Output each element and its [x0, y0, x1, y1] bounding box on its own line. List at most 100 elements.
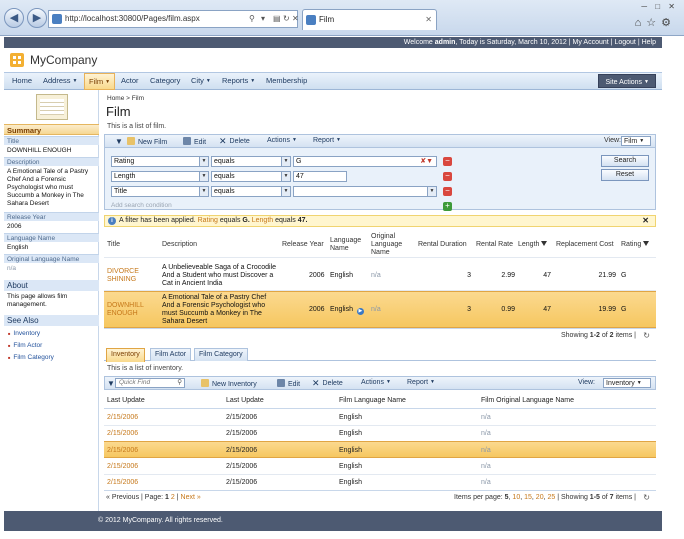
refresh-icon[interactable]: ↻ [643, 331, 650, 340]
quick-find-input[interactable]: Quick Find ⚲ [115, 378, 185, 388]
inventory-actions-button[interactable]: Actions ▼ [361, 379, 391, 386]
remove-condition-button-1[interactable]: − [443, 157, 452, 166]
page-2-link[interactable]: 2 [171, 494, 175, 501]
see-also-inventory[interactable]: Inventory [8, 330, 40, 337]
refresh-icon[interactable]: ↻ [643, 493, 650, 502]
next-page-link[interactable]: Next » [181, 494, 201, 501]
remove-condition-button-2[interactable]: − [443, 172, 452, 181]
logout-link[interactable]: Logout [614, 39, 635, 46]
actions-button[interactable]: Actions ▼ [267, 137, 297, 144]
col-release-year[interactable]: Release Year [282, 241, 324, 249]
film-row-1-title[interactable]: DIVORCE SHINING [107, 268, 157, 284]
inventory-row-selected[interactable]: 2/15/2006 2/15/2006 English n/a [104, 441, 656, 458]
inventory-delete-button[interactable]: ✕ Delete [312, 379, 343, 388]
toolbar-menu-icon[interactable]: ▼ [115, 137, 123, 146]
inventory-row[interactable]: 2/15/2006 2/15/2006 English n/a [104, 425, 656, 442]
inv-cell-last-update-link[interactable]: 2/15/2006 [107, 447, 138, 455]
inventory-row[interactable]: 2/15/2006 2/15/2006 English n/a [104, 409, 656, 426]
menu-membership[interactable]: Membership [266, 76, 307, 85]
col-rating[interactable]: Rating [621, 241, 650, 249]
film-row-2-title[interactable]: DOWNHILL ENOUGH [107, 302, 157, 318]
dropdown-icon[interactable]: ▾ [261, 11, 265, 27]
inventory-row[interactable]: 2/15/2006 2/15/2006 English n/a [104, 458, 656, 475]
col-length[interactable]: Length [518, 241, 548, 249]
search-icon[interactable]: ⚲ [177, 379, 182, 387]
delete-button[interactable]: ✕ Delete [219, 137, 250, 146]
menu-reports[interactable]: Reports ▼ [222, 76, 255, 85]
inventory-edit-button[interactable]: Edit [277, 379, 300, 388]
my-account-link[interactable]: My Account [573, 39, 609, 46]
menu-home[interactable]: Home [12, 76, 32, 85]
inv-cell-last-update-link[interactable]: 2/15/2006 [107, 463, 138, 471]
edit-button[interactable]: Edit [183, 137, 206, 146]
col-original-language-name[interactable]: Original Language Name [371, 233, 411, 257]
view-select[interactable]: Film ▼ [621, 136, 651, 146]
menu-actor[interactable]: Actor [121, 76, 139, 85]
inventory-view-select[interactable]: Inventory ▼ [603, 378, 651, 388]
filter-value-lookup-1[interactable]: G ✘▼ [293, 156, 437, 167]
filter-operator-select-2[interactable]: equals ▼ [211, 171, 291, 182]
items-per-page-15[interactable]: 15 [524, 494, 532, 501]
inv-cell-last-update-link[interactable]: 2/15/2006 [107, 414, 138, 422]
menu-film[interactable]: Film ▼ [84, 73, 116, 90]
clear-lookup-icon[interactable]: ✘▼ [420, 157, 433, 166]
col-language-name[interactable]: Language Name [330, 237, 364, 253]
favorites-icon[interactable]: ☆ [646, 17, 661, 29]
remove-condition-button-3[interactable]: − [443, 187, 452, 196]
filter-operator-select-3[interactable]: equals ▼ [211, 186, 291, 197]
inventory-row[interactable]: 2/15/2006 2/15/2006 English n/a [104, 474, 656, 491]
filter-value-select-3[interactable]: ▼ [293, 186, 437, 197]
window-controls[interactable]: ─ □ ✕ [641, 2, 678, 11]
report-button[interactable]: Report ▼ [313, 137, 341, 144]
arrow-right-icon[interactable]: ▶ [356, 308, 364, 315]
items-per-page-20[interactable]: 20 [536, 494, 544, 501]
reset-button[interactable]: Reset [601, 169, 649, 181]
col-rental-rate[interactable]: Rental Rate [476, 241, 513, 249]
new-inventory-button[interactable]: New Inventory [201, 379, 257, 388]
toolbar-menu-icon[interactable]: ▼ [107, 379, 115, 388]
items-per-page-25[interactable]: 25 [547, 494, 555, 501]
see-also-film-actor[interactable]: Film Actor [8, 342, 42, 349]
filter-operator-select-1[interactable]: equals ▼ [211, 156, 291, 167]
page-1-link[interactable]: 1 [165, 494, 169, 501]
site-actions-button[interactable]: Site Actions ▼ [598, 74, 656, 88]
menu-category[interactable]: Category [150, 76, 180, 85]
browser-toolbar-icons[interactable]: ⌂☆⚙ [635, 16, 676, 29]
col-title[interactable]: Title [107, 241, 120, 249]
filter-field-select-1[interactable]: Rating ▼ [111, 156, 209, 167]
breadcrumb-home[interactable]: Home [107, 95, 124, 102]
new-film-button[interactable]: New Film [127, 137, 167, 146]
filter-field-select-2[interactable]: Length ▼ [111, 171, 209, 182]
previous-page-link[interactable]: « Previous [106, 494, 139, 501]
inv-col-last-update-2[interactable]: Last Update [226, 397, 264, 405]
tab-film-actor[interactable]: Film Actor [150, 348, 192, 361]
col-replacement-cost[interactable]: Replacement Cost [556, 241, 614, 249]
items-per-page-10[interactable]: 10 [512, 494, 520, 501]
col-rental-duration[interactable]: Rental Duration [418, 241, 467, 249]
tab-inventory[interactable]: Inventory [106, 348, 145, 362]
compat-icon[interactable]: ▤ [273, 11, 281, 27]
address-bar[interactable]: http://localhost:30800/Pages/film.aspx ⚲… [48, 10, 299, 28]
search-button[interactable]: Search [601, 155, 649, 167]
close-icon[interactable]: ✕ [642, 216, 649, 226]
items-per-page-5[interactable]: 5 [505, 494, 509, 501]
add-search-condition-placeholder[interactable]: Add search condition [111, 202, 172, 209]
add-condition-button[interactable]: + [443, 202, 452, 211]
filter-field-select-3[interactable]: Title ▼ [111, 186, 209, 197]
menu-city[interactable]: City ▼ [191, 76, 211, 85]
see-also-film-category[interactable]: Film Category [8, 354, 53, 361]
back-button[interactable]: ◀ [4, 8, 24, 28]
inv-col-last-update-1[interactable]: Last Update [107, 397, 145, 405]
tab-film-category[interactable]: Film Category [194, 348, 248, 361]
browser-tab[interactable]: Film ✕ [302, 9, 437, 30]
inventory-report-button[interactable]: Report ▼ [407, 379, 435, 386]
inv-cell-last-update-link[interactable]: 2/15/2006 [107, 479, 138, 487]
home-icon[interactable]: ⌂ [635, 17, 647, 29]
tab-close-icon[interactable]: ✕ [425, 10, 432, 29]
col-description[interactable]: Description [162, 241, 197, 249]
inv-col-film-language[interactable]: Film Language Name [339, 397, 406, 405]
refresh-icon[interactable]: ↻ [283, 11, 290, 27]
inv-col-film-original-language[interactable]: Film Original Language Name [481, 397, 574, 405]
inv-cell-last-update-link[interactable]: 2/15/2006 [107, 430, 138, 438]
menu-address[interactable]: Address ▼ [43, 76, 77, 85]
